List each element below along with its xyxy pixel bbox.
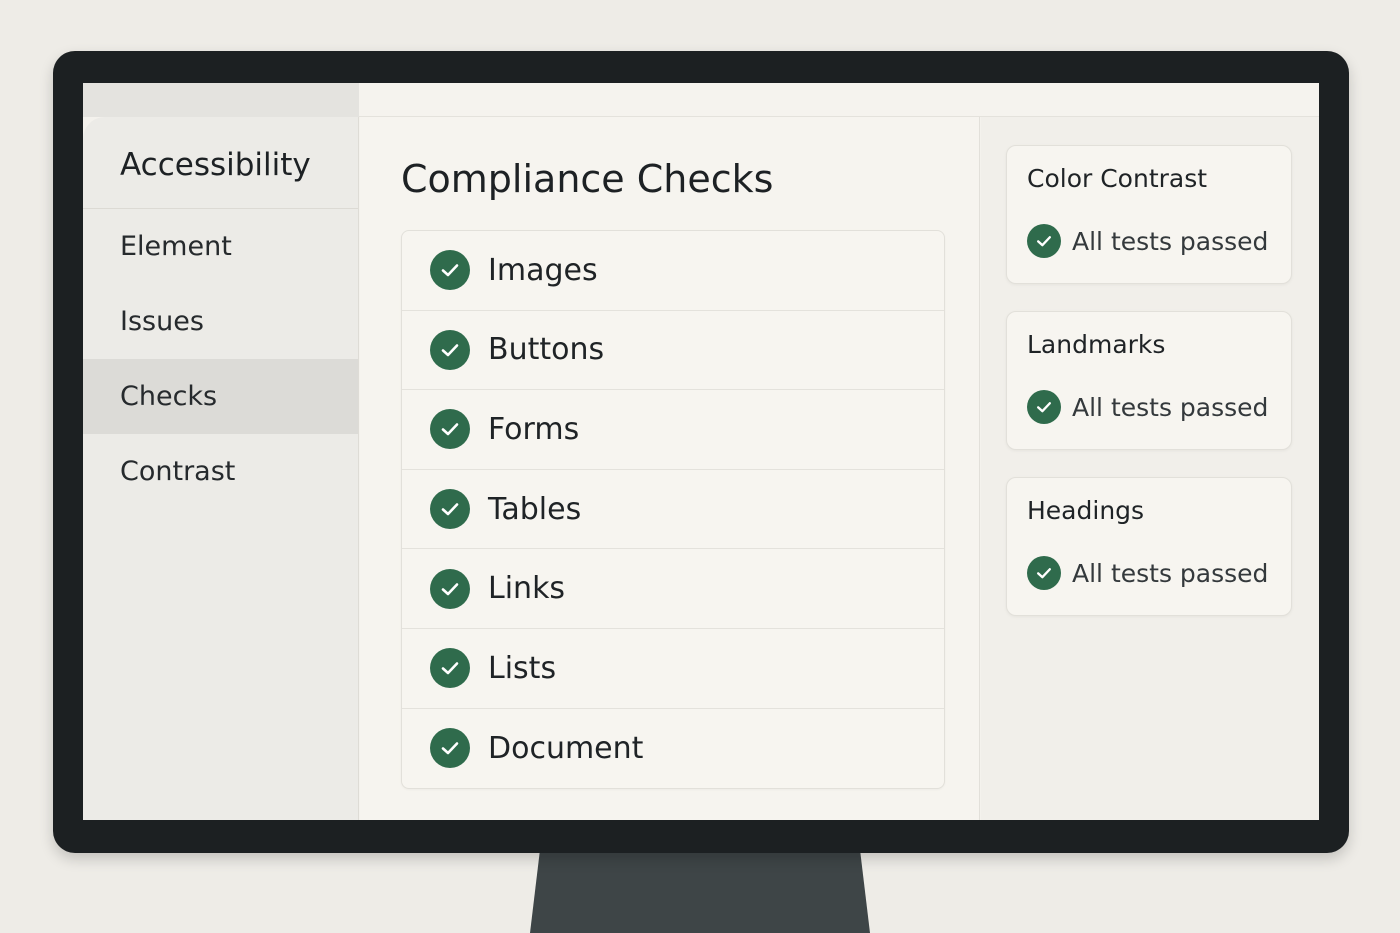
card-status: All tests passed — [1027, 390, 1268, 424]
summary-panel: Color Contrast All tests passed Landmark… — [981, 117, 1319, 820]
main-topbar — [359, 83, 1319, 117]
sidebar-title: Accessibility — [83, 117, 358, 209]
status-card-color-contrast[interactable]: Color Contrast All tests passed — [1006, 145, 1292, 284]
check-circle-icon — [1027, 224, 1061, 258]
sidebar-item-label: Checks — [120, 381, 218, 412]
check-row-forms[interactable]: Forms — [402, 390, 944, 470]
check-circle-icon — [1027, 390, 1061, 424]
card-title: Color Contrast — [1027, 164, 1208, 193]
monitor-stand — [530, 848, 870, 933]
sidebar-item-label: Contrast — [120, 456, 236, 487]
check-circle-icon — [430, 648, 470, 689]
check-label: Lists — [488, 650, 557, 686]
check-label: Tables — [488, 491, 582, 527]
check-row-images[interactable]: Images — [402, 231, 944, 311]
sidebar: Accessibility Element Issues Checks Cont… — [83, 117, 359, 820]
card-status: All tests passed — [1027, 224, 1268, 258]
page-title: Compliance Checks — [401, 157, 774, 201]
sidebar-item-element[interactable]: Element — [83, 209, 358, 284]
check-circle-icon — [430, 728, 470, 769]
status-card-headings[interactable]: Headings All tests passed — [1006, 477, 1292, 616]
check-label: Document — [488, 730, 644, 766]
sidebar-item-label: Element — [120, 231, 232, 262]
check-circle-icon — [430, 489, 470, 530]
app-screen: Accessibility Element Issues Checks Cont… — [83, 83, 1319, 820]
status-card-landmarks[interactable]: Landmarks All tests passed — [1006, 311, 1292, 450]
card-title: Headings — [1027, 496, 1145, 525]
card-status: All tests passed — [1027, 556, 1268, 590]
check-circle-icon — [430, 329, 470, 370]
check-label: Images — [488, 252, 598, 288]
sidebar-item-contrast[interactable]: Contrast — [83, 434, 358, 509]
sidebar-item-label: Issues — [120, 306, 204, 337]
check-row-tables[interactable]: Tables — [402, 470, 944, 550]
check-circle-icon — [430, 568, 470, 609]
status-text: All tests passed — [1072, 558, 1269, 588]
check-circle-icon — [430, 250, 470, 291]
sidebar-item-issues[interactable]: Issues — [83, 284, 358, 359]
sidebar-item-checks[interactable]: Checks — [83, 359, 358, 434]
sidebar-topbar — [83, 83, 359, 117]
check-label: Forms — [488, 411, 580, 447]
check-label: Buttons — [488, 332, 605, 368]
check-row-lists[interactable]: Lists — [402, 629, 944, 709]
check-label: Links — [488, 571, 566, 607]
check-row-document[interactable]: Document — [402, 709, 944, 789]
check-list: Images Buttons Forms Tables Links Lists — [401, 230, 945, 790]
status-text: All tests passed — [1072, 392, 1269, 422]
card-title: Landmarks — [1027, 330, 1166, 359]
check-circle-icon — [1027, 556, 1061, 590]
status-text: All tests passed — [1072, 226, 1269, 256]
check-circle-icon — [430, 409, 470, 450]
main-panel: Compliance Checks Images Buttons Forms T… — [360, 117, 980, 820]
check-row-links[interactable]: Links — [402, 549, 944, 629]
check-row-buttons[interactable]: Buttons — [402, 311, 944, 391]
